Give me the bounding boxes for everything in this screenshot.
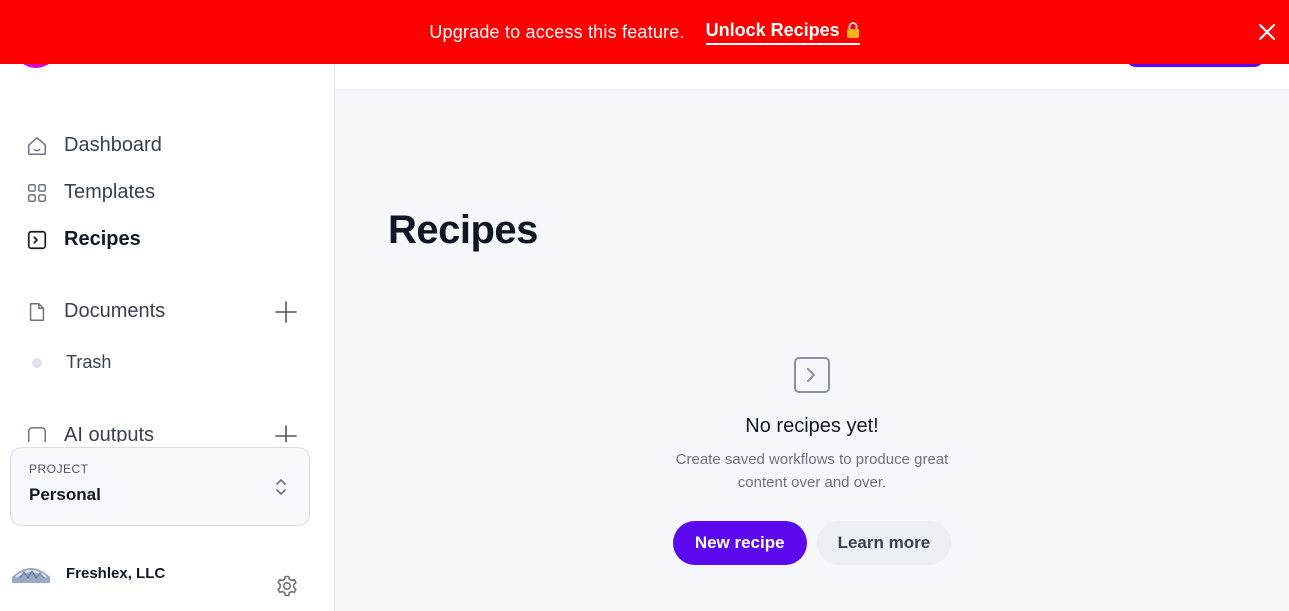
home-icon — [28, 136, 46, 155]
sidebar-item-recipes[interactable]: Recipes — [26, 228, 141, 251]
sidebar-item-label: Trash — [66, 352, 112, 372]
banner-link-label: Unlock Recipes — [705, 19, 840, 40]
ai-outputs-icon — [28, 426, 46, 442]
new-recipe-button[interactable]: New recipe — [672, 521, 807, 565]
chevron-up-down-icon — [276, 479, 286, 495]
empty-state: No recipes yet! Create saved workflows t… — [335, 356, 1289, 565]
sidebar-item-documents[interactable]: Documents — [26, 300, 165, 323]
sidebar-item-ai-outputs[interactable]: AI outputs — [0, 420, 335, 442]
avatar — [12, 563, 50, 583]
project-label: PROJECT — [29, 462, 89, 476]
unlock-recipes-link[interactable]: Unlock Recipes — [705, 19, 860, 45]
empty-state-description: Create saved workflows to produce great … — [675, 451, 949, 491]
grid-icon — [28, 183, 46, 202]
document-icon — [29, 302, 45, 321]
add-ai-output-icon[interactable] — [274, 424, 298, 442]
sidebar-item-label: AI outputs — [64, 424, 155, 442]
dot-icon — [32, 357, 42, 368]
sidebar-item-trash[interactable]: Trash — [32, 352, 111, 373]
banner-message: Upgrade to access this feature. — [429, 21, 685, 42]
learn-more-button[interactable]: Learn more — [816, 521, 952, 565]
terminal-icon — [794, 357, 830, 393]
main-content: Recipes No recipes yet! Create saved wor… — [335, 90, 1289, 611]
sidebar-item-label: Recipes — [64, 228, 141, 250]
project-value: Personal — [29, 485, 101, 504]
close-icon[interactable] — [1255, 20, 1279, 44]
project-selector[interactable]: PROJECT Personal — [10, 447, 310, 526]
page-title: Recipes — [388, 208, 538, 252]
account[interactable]: Freshlex, LLC — [12, 563, 165, 583]
sidebar-item-templates[interactable]: Templates — [26, 181, 155, 204]
sidebar-item-label: Dashboard — [64, 134, 162, 156]
empty-state-title: No recipes yet! — [745, 415, 879, 437]
sidebar-item-label: Documents — [64, 300, 166, 322]
sidebar-item-dashboard[interactable]: Dashboard — [26, 134, 162, 157]
gear-icon[interactable] — [275, 574, 299, 598]
account-name: Freshlex, LLC — [66, 564, 166, 582]
terminal-icon — [27, 230, 47, 249]
lock-icon — [846, 22, 859, 38]
sidebar: Dashboard Templates Recipes Documents Tr… — [0, 0, 335, 611]
add-document-icon[interactable] — [274, 300, 298, 324]
upgrade-banner: Upgrade to access this feature. Unlock R… — [0, 0, 1289, 64]
sidebar-item-label: Templates — [64, 181, 156, 203]
